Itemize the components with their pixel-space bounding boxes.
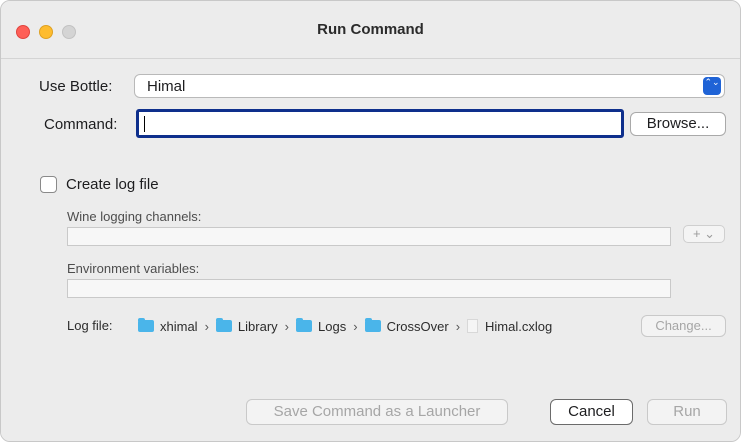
title-bar: Run Command <box>1 1 740 59</box>
path-segment: xhimal <box>138 318 198 334</box>
env-vars-field[interactable] <box>67 279 671 298</box>
window-title: Run Command <box>317 21 424 38</box>
run-command-window: Run Command Use Bottle: Himal ⌃⌄ Command… <box>0 0 741 442</box>
popup-arrows-icon: ⌃⌄ <box>703 77 721 95</box>
add-channel-button[interactable]: + ⌄ <box>683 225 725 243</box>
path-segment: Himal.cxlog <box>467 319 552 334</box>
path-separator: › <box>204 318 209 334</box>
document-icon <box>467 319 479 333</box>
bottle-popup[interactable]: Himal ⌃⌄ <box>134 74 725 98</box>
path-segment-label: Himal.cxlog <box>485 318 553 334</box>
create-log-checkbox[interactable] <box>40 176 57 193</box>
path-segment-label: Logs <box>318 318 347 334</box>
env-vars-label: Environment variables: <box>67 261 200 276</box>
folder-icon <box>296 318 313 332</box>
command-label: Command: <box>44 116 118 133</box>
browse-button[interactable]: Browse... <box>630 112 726 136</box>
cancel-button[interactable]: Cancel <box>550 399 633 425</box>
path-separator: › <box>455 318 461 334</box>
wine-channels-field[interactable] <box>67 227 671 246</box>
log-file-label: Log file: <box>67 318 113 333</box>
path-separator: › <box>284 318 290 334</box>
command-input[interactable] <box>136 109 624 138</box>
path-segment-label: xhimal <box>160 318 198 334</box>
path-segment-label: CrossOver <box>386 318 449 334</box>
change-log-file-button[interactable]: Change... <box>641 315 726 337</box>
path-segment-label: Library <box>237 318 278 334</box>
create-log-label: Create log file <box>66 176 159 193</box>
home-folder-icon <box>138 318 154 332</box>
text-caret <box>144 116 145 132</box>
wine-channels-label: Wine logging channels: <box>67 209 202 224</box>
path-segment: Library <box>215 318 278 334</box>
path-segment: CrossOver <box>364 318 449 334</box>
path-separator: › <box>353 318 358 334</box>
path-segment: Logs <box>296 318 347 334</box>
folder-icon <box>215 318 232 332</box>
use-bottle-label: Use Bottle: <box>39 78 113 95</box>
run-button[interactable]: Run <box>647 399 727 425</box>
folder-icon <box>364 318 381 332</box>
dialog-content: Use Bottle: Himal ⌃⌄ Command: Browse... … <box>1 59 740 441</box>
save-as-launcher-button[interactable]: Save Command as a Launcher <box>246 399 508 425</box>
log-file-path: xhimal › Library › Logs › CrossOver › Hi… <box>138 317 552 335</box>
bottle-popup-value: Himal <box>147 78 186 95</box>
